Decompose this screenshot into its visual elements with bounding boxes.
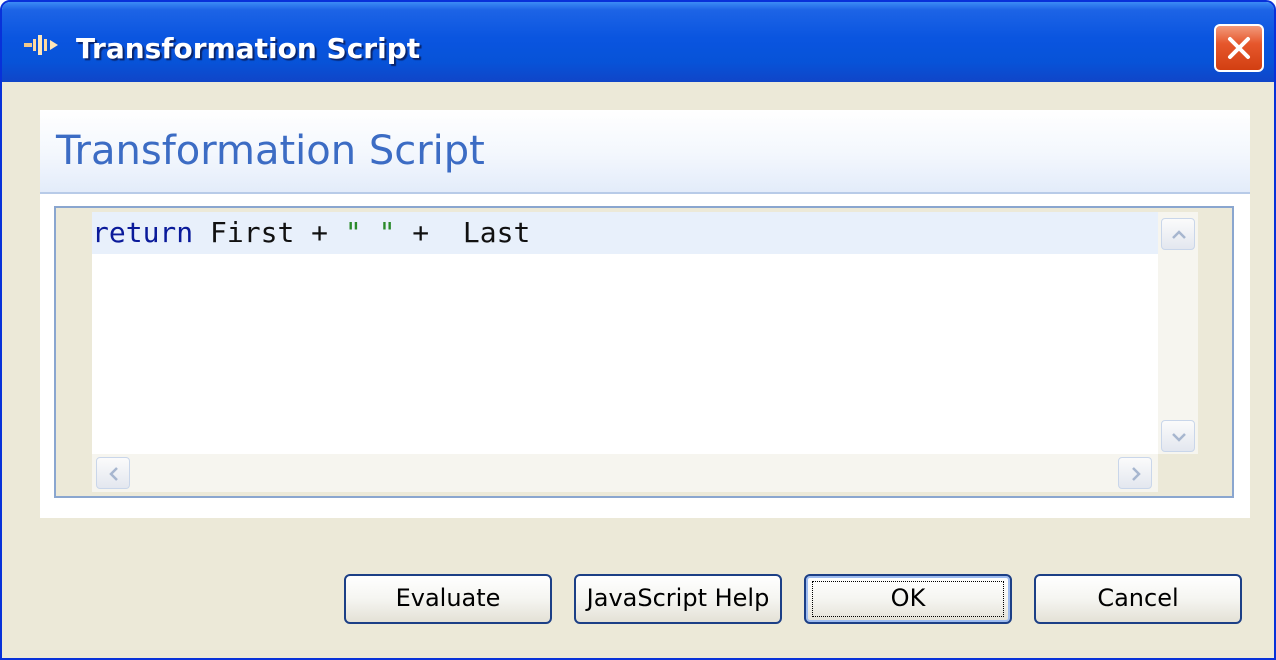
code-text-end: + Last (395, 216, 531, 249)
scroll-left-button[interactable] (96, 457, 130, 489)
scroll-up-button[interactable] (1161, 218, 1195, 250)
script-editor[interactable]: return First + " " + Last (92, 212, 1158, 454)
horizontal-scrollbar[interactable] (92, 454, 1158, 492)
focus-indicator (812, 581, 1004, 617)
code-string: " " (344, 216, 396, 249)
panel-title: Transformation Script (56, 128, 485, 174)
vertical-scrollbar[interactable] (1158, 212, 1198, 454)
evaluate-button[interactable]: Evaluate (344, 574, 552, 624)
panel-header: Transformation Script (40, 110, 1250, 194)
scroll-right-button[interactable] (1118, 457, 1152, 489)
javascript-help-button[interactable]: JavaScript Help (574, 574, 782, 624)
chevron-down-icon (1172, 433, 1186, 442)
code-text: First + (193, 216, 345, 249)
close-icon (1228, 37, 1250, 59)
ok-button[interactable]: OK (804, 574, 1012, 624)
dialog-content: Transformation Script return First + " "… (40, 110, 1250, 518)
script-editor-frame: return First + " " + Last (54, 206, 1234, 498)
window-title: Transformation Script (76, 32, 421, 65)
close-button[interactable] (1214, 24, 1264, 72)
dialog-window: Transformation Script Transformation Scr… (0, 0, 1276, 660)
title-bar[interactable]: Transformation Script (2, 2, 1274, 82)
scroll-down-button[interactable] (1161, 420, 1195, 452)
code-line[interactable]: return First + " " + Last (92, 212, 1158, 254)
chevron-left-icon (109, 467, 118, 481)
scrollbar-corner (1158, 454, 1198, 492)
cancel-button[interactable]: Cancel (1034, 574, 1242, 624)
code-keyword: return (92, 216, 194, 249)
chevron-right-icon (1132, 467, 1141, 481)
flow-icon (24, 34, 66, 56)
chevron-up-icon (1172, 230, 1186, 239)
